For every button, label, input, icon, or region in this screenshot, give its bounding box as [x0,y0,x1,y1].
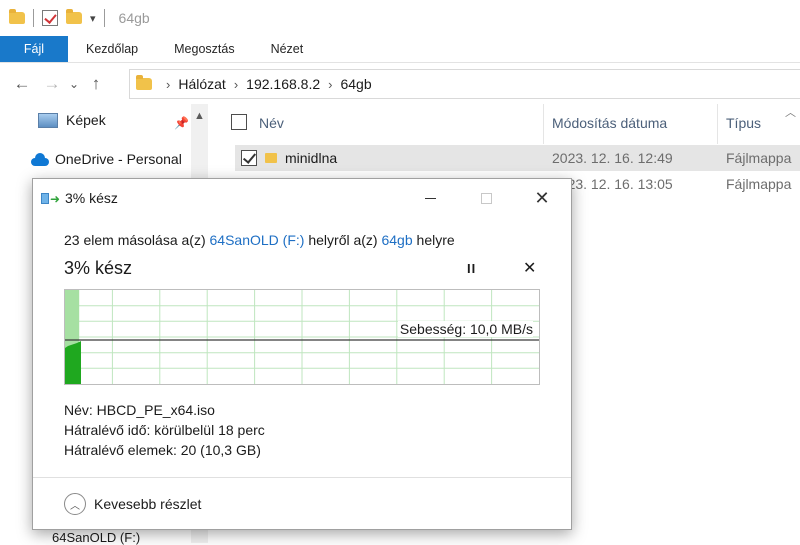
dialog-footer: ︿ Kevesebb részlet [33,477,571,530]
address-row: ← → ⌄ ↑ › Hálózat › 192.168.8.2 › 64gb [0,64,800,104]
nav-item-pictures[interactable]: Képek [26,112,106,128]
column-divider[interactable] [717,104,718,144]
ribbon-tabs: Fájl Kezdőlap Megosztás Nézet [0,36,800,63]
scroll-up-icon[interactable]: ▲ [194,110,205,122]
chevron-right-icon: › [166,76,171,92]
column-name[interactable]: Név [259,115,284,131]
window-title: 64gb [118,10,150,26]
column-type[interactable]: Típus [726,115,761,131]
speed-graph-svg [65,290,539,384]
chevron-right-icon: › [328,76,333,92]
summary-text: helyről a(z) [304,232,382,248]
divider [103,9,105,27]
copy-files-icon: ➜ [41,193,60,205]
source-link[interactable]: 64SanOLD (F:) [210,232,305,248]
tab-share[interactable]: Megosztás [156,36,252,62]
column-date-modified[interactable]: Módosítás dátuma [552,115,667,131]
pause-button[interactable]: II [467,261,476,276]
folder-icon [265,153,277,163]
nav-item-label: Képek [66,112,106,128]
progress-status: 3% kész [64,258,133,278]
speed-area [65,341,81,384]
breadcrumb-network[interactable]: Hálózat [178,76,225,92]
sort-ascending-icon: ︿ [785,107,796,119]
customize-toolbar-dropdown-icon[interactable]: ▾ [90,12,96,25]
time-remaining: Hátralévő idő: körülbelül 18 perc [64,422,265,438]
onedrive-cloud-icon [29,152,49,166]
chevron-right-icon: › [233,76,239,92]
tab-home[interactable]: Kezdőlap [68,36,156,62]
back-arrow-icon[interactable]: ← [7,69,37,99]
chevron-up-icon: ︿ [64,493,86,515]
file-date: 2023. 12. 16. 12:49 [552,150,673,166]
dialog-title: 3% kész [65,190,118,206]
transfer-speed-graph: Sebesség: 10,0 MB/s [64,289,540,385]
close-button[interactable]: ✕ [519,183,565,213]
nav-item-onedrive[interactable]: OneDrive - Personal [29,151,182,167]
current-file-name: Név: HBCD_PE_x64.iso [64,402,215,418]
breadcrumb-share[interactable]: 64gb [340,76,371,92]
file-name: minidlna [285,150,338,166]
dialog-titlebar[interactable]: ➜ 3% kész ✕ [33,179,571,217]
summary-text: 23 elem másolása a(z) [64,232,210,248]
breadcrumb-host[interactable]: 192.168.8.2 [246,76,320,92]
destination-link[interactable]: 64gb [381,232,412,248]
minimize-icon [424,197,436,199]
network-folder-icon [136,75,152,90]
pin-icon[interactable]: 📌 [174,116,189,130]
fewer-details-button[interactable]: ︿ Kevesebb részlet [64,493,201,515]
tab-file[interactable]: Fájl [0,36,68,62]
table-row[interactable]: minidlna 2023. 12. 16. 12:49 Fájlmappa [235,145,800,171]
new-folder-icon[interactable] [66,9,82,24]
explorer-titlebar: ▾ 64gb [0,0,800,36]
pictures-icon [38,112,58,128]
tab-view[interactable]: Nézet [253,36,322,62]
row-checkbox[interactable] [241,150,257,166]
cancel-copy-button[interactable]: ✕ [523,258,536,278]
forward-arrow-icon[interactable]: → [37,69,67,99]
column-divider[interactable] [543,104,544,144]
folder-icon [9,9,25,24]
graph-grid [65,290,539,384]
fewer-details-label: Kevesebb részlet [94,496,202,512]
select-all-checkbox[interactable] [231,114,247,130]
nav-item-label: OneDrive - Personal [55,151,182,167]
copy-summary: 23 elem másolása a(z) 64SanOLD (F:) hely… [64,232,455,248]
maximize-button[interactable] [463,183,509,213]
close-icon: ✕ [534,187,550,208]
properties-check-icon[interactable] [42,10,58,26]
up-arrow-icon[interactable]: ↑ [81,69,111,99]
items-remaining: Hátralévő elemek: 20 (10,3 GB) [64,442,261,458]
summary-text: helyre [412,232,455,248]
minimize-button[interactable] [407,183,453,213]
maximize-icon [480,192,492,204]
file-type: Fájlmappa [726,150,792,166]
quick-access-toolbar: ▾ 64gb [0,0,150,36]
recent-locations-chevron-icon[interactable]: ⌄ [67,69,81,99]
speed-label: Sebesség: 10,0 MB/s [397,321,533,337]
divider [33,9,34,27]
column-header-row: Név Módosítás dátuma Típus ︿ [215,104,800,144]
file-type: Fájlmappa [726,176,792,192]
copy-progress-dialog: ➜ 3% kész ✕ 23 elem másolása a(z) 64SanO… [32,178,572,530]
address-bar[interactable]: › Hálózat › 192.168.8.2 › 64gb [129,69,800,99]
